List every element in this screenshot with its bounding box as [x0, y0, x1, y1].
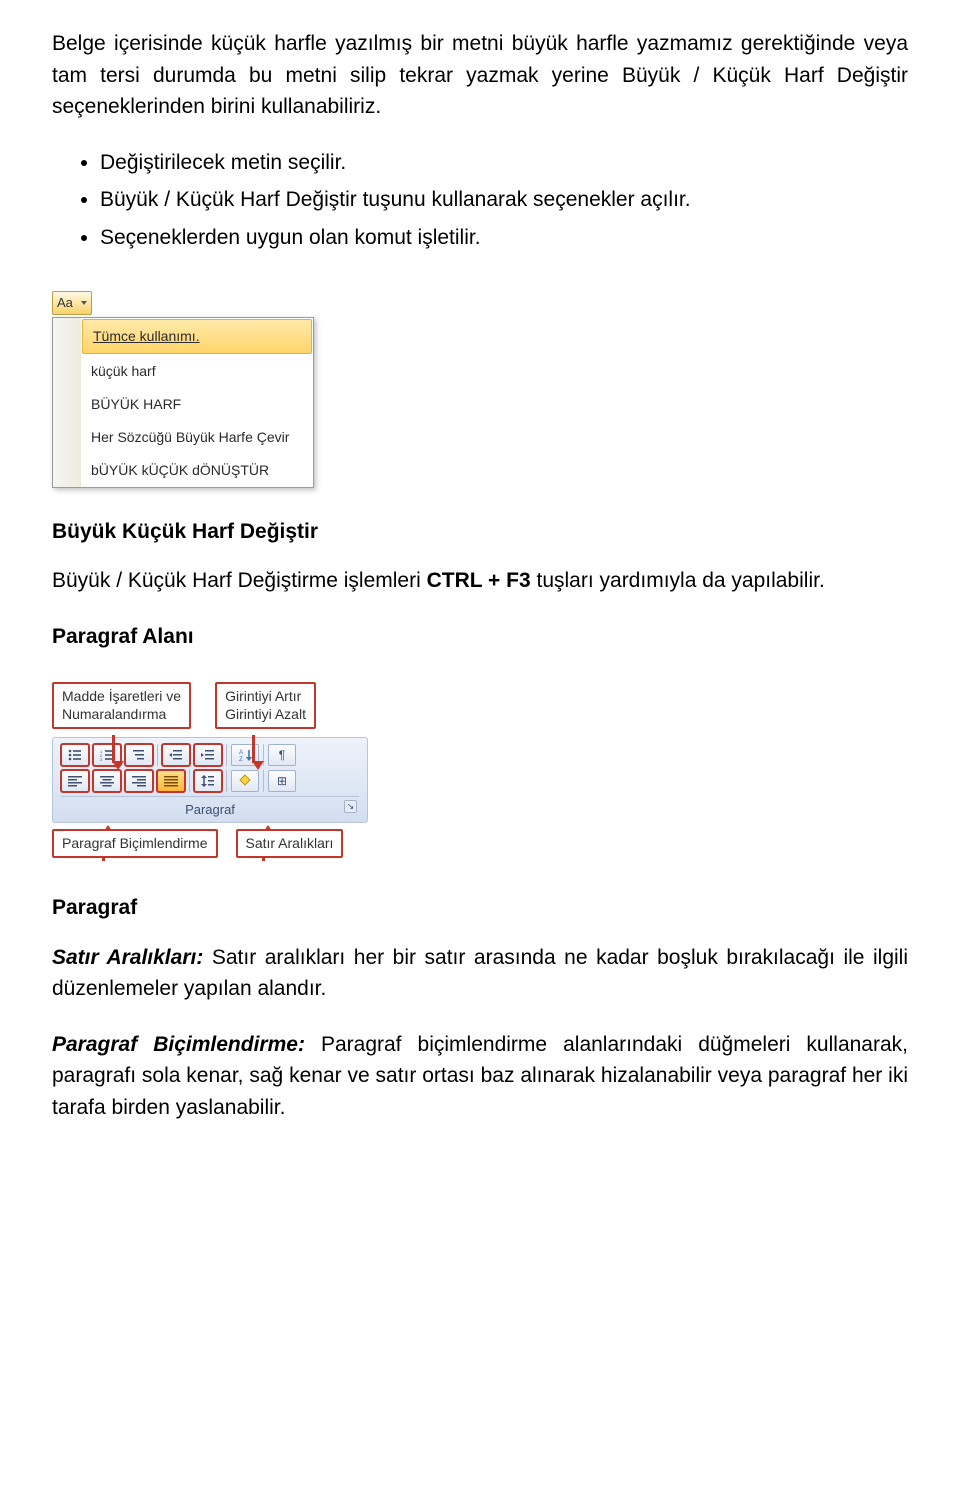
ribbon-group-label-text: Paragraf — [185, 802, 235, 817]
shortcut-key: CTRL + F3 — [427, 569, 531, 592]
steps-list: Değiştirilecek metin seçilir. Büyük / Kü… — [100, 147, 908, 254]
decrease-indent-button[interactable] — [162, 744, 190, 766]
step-item: Değiştirilecek metin seçilir. — [100, 147, 908, 179]
align-center-button[interactable] — [93, 770, 121, 792]
callout-line-spacing: Satır Aralıkları — [236, 829, 344, 859]
heading-paragraph-area: Paragraf Alanı — [52, 621, 908, 653]
callout-line: Numaralandırma — [62, 706, 166, 722]
menu-item-label: küçük harf — [81, 355, 313, 388]
menu-item-lowercase[interactable]: küçük harf — [53, 355, 313, 388]
callout-line: Madde İşaretleri ve — [62, 688, 181, 704]
increase-indent-button[interactable] — [194, 744, 222, 766]
paragraph-ribbon-diagram: Madde İşaretleri ve Numaralandırma Girin… — [52, 682, 368, 858]
intro-paragraph: Belge içerisinde küçük harfle yazılmış b… — [52, 28, 908, 123]
heading-paragraph: Paragraf — [52, 892, 908, 924]
menu-item-label: bÜYÜK kÜÇÜK dÖNÜŞTÜR — [81, 454, 313, 487]
shading-button[interactable] — [231, 770, 259, 792]
shortcut-paragraph: Büyük / Küçük Harf Değiştirme işlemleri … — [52, 565, 908, 597]
callout-bullets-numbering: Madde İşaretleri ve Numaralandırma — [52, 682, 191, 729]
justify-button[interactable] — [157, 770, 185, 792]
menu-item-toggle-case[interactable]: bÜYÜK kÜÇÜK dÖNÜŞTÜR — [53, 454, 313, 487]
term-label: Satır Aralıkları: — [52, 946, 203, 969]
dialog-launcher-icon[interactable]: ↘ — [344, 800, 357, 813]
callout-line: Girintiyi Artır — [225, 688, 301, 704]
menu-item-label: Tümce kullanımı. — [93, 328, 200, 344]
menu-item-sentence-case[interactable]: Tümce kullanımı. — [53, 318, 313, 355]
borders-button[interactable]: ⊞ — [268, 770, 296, 792]
svg-text:A: A — [239, 750, 243, 756]
ribbon-group-label: Paragraf ↘ — [61, 796, 359, 820]
multilevel-list-button[interactable] — [125, 744, 153, 766]
paragraph-ribbon-group: 123 AZ ¶ — [52, 737, 368, 823]
svg-text:Z: Z — [239, 757, 243, 762]
menu-item-label: Her Sözcüğü Büyük Harfe Çevir — [81, 421, 313, 454]
callout-paragraph-formatting: Paragraf Biçimlendirme — [52, 829, 218, 859]
term-label: Paragraf Biçimlendirme: — [52, 1033, 305, 1056]
shortcut-text: Büyük / Küçük Harf Değiştirme işlemleri — [52, 569, 427, 592]
menu-item-capitalize[interactable]: Her Sözcüğü Büyük Harfe Çevir — [53, 421, 313, 454]
bullets-button[interactable] — [61, 744, 89, 766]
shortcut-text: tuşları yardımıyla da yapılabilir. — [531, 569, 825, 592]
svg-text:3: 3 — [100, 757, 103, 761]
callout-indent: Girintiyi Artır Girintiyi Azalt — [215, 682, 316, 729]
step-item: Büyük / Küçük Harf Değiştir tuşunu kulla… — [100, 184, 908, 216]
change-case-button[interactable]: Aa — [52, 291, 92, 315]
callout-line: Girintiyi Azalt — [225, 706, 306, 722]
line-spacing-button[interactable] — [194, 770, 222, 792]
paragraph-formatting-paragraph: Paragraf Biçimlendirme: Paragraf biçimle… — [52, 1029, 908, 1124]
step-item: Seçeneklerden uygun olan komut işletilir… — [100, 222, 908, 254]
show-hide-pilcrow-button[interactable]: ¶ — [268, 744, 296, 766]
align-right-button[interactable] — [125, 770, 153, 792]
menu-item-label: BÜYÜK HARF — [81, 388, 313, 421]
change-case-menu: Tümce kullanımı. küçük harf BÜYÜK HARF H… — [52, 317, 314, 488]
heading-change-case: Büyük Küçük Harf Değiştir — [52, 516, 908, 548]
change-case-dropdown: Aa Tümce kullanımı. küçük harf BÜYÜK HAR… — [52, 285, 314, 488]
menu-item-uppercase[interactable]: BÜYÜK HARF — [53, 388, 313, 421]
line-spacing-paragraph: Satır Aralıkları: Satır aralıkları her b… — [52, 942, 908, 1005]
align-left-button[interactable] — [61, 770, 89, 792]
